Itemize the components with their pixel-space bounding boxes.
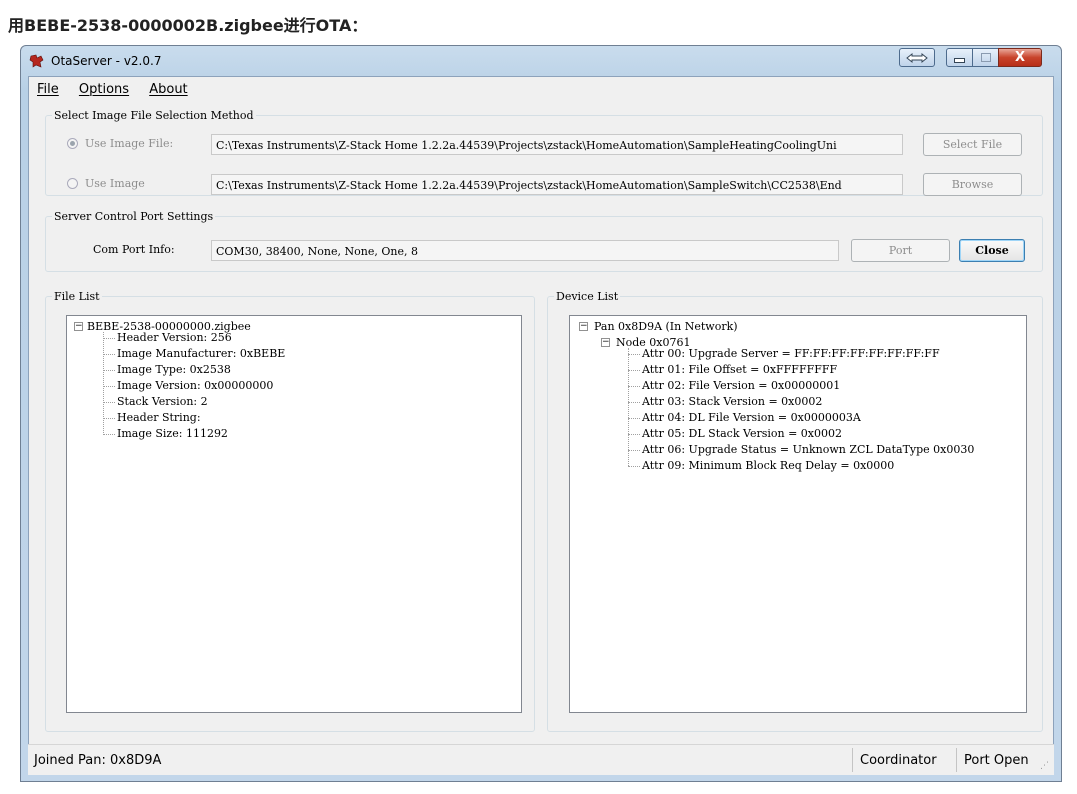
status-divider	[956, 748, 957, 772]
file-tree-item[interactable]: Header String:	[117, 412, 201, 423]
device-attr-item[interactable]: Attr 09: Minimum Block Req Delay = 0x000…	[642, 460, 894, 471]
collapse-icon[interactable]: −	[579, 322, 588, 331]
tree-connector	[103, 338, 115, 339]
tree-connector	[628, 418, 640, 419]
file-tree-item[interactable]: Image Version: 0x00000000	[117, 380, 273, 391]
file-tree-item[interactable]: Header Version: 256	[117, 332, 232, 343]
maximize-button[interactable]	[972, 48, 999, 67]
collapse-icon[interactable]: −	[74, 322, 83, 331]
resize-arrows-button[interactable]	[899, 48, 935, 67]
port-status: Port Open	[964, 753, 1029, 768]
file-tree-item[interactable]: Stack Version: 2	[117, 396, 208, 407]
resize-grip-icon[interactable]: ⋰	[1040, 761, 1050, 771]
image-path-field[interactable]: C:\Texas Instruments\Z-Stack Home 1.2.2a…	[211, 174, 903, 195]
status-divider	[852, 748, 853, 772]
collapse-icon[interactable]: −	[601, 338, 610, 347]
tree-connector	[628, 348, 629, 466]
device-attr-item[interactable]: Attr 05: DL Stack Version = 0x0002	[642, 428, 842, 439]
device-tree-root[interactable]: Pan 0x8D9A (In Network)	[594, 321, 738, 332]
close-window-button[interactable]: X	[998, 48, 1042, 67]
client-area: File Options About Select Image File Sel…	[28, 76, 1054, 746]
file-tree-item[interactable]: Image Size: 111292	[117, 428, 228, 439]
menu-bar: File Options About	[37, 82, 204, 100]
maximize-icon	[980, 53, 991, 62]
menu-options[interactable]: Options	[79, 82, 129, 97]
file-tree-item[interactable]: Image Type: 0x2538	[117, 364, 231, 375]
tree-connector	[103, 402, 115, 403]
double-arrow-icon	[906, 52, 928, 63]
image-file-path-field[interactable]: C:\Texas Instruments\Z-Stack Home 1.2.2a…	[211, 134, 903, 155]
role-status: Coordinator	[860, 753, 937, 768]
tree-connector	[628, 402, 640, 403]
use-image-label: Use Image	[85, 177, 145, 190]
device-attr-item[interactable]: Attr 04: DL File Version = 0x0000003A	[642, 412, 861, 423]
image-selection-legend: Select Image File Selection Method	[54, 109, 254, 122]
port-button[interactable]: Port	[851, 239, 950, 262]
tree-connector	[628, 466, 640, 467]
tree-connector	[628, 354, 640, 355]
device-list-legend: Device List	[556, 290, 619, 303]
tree-connector	[628, 370, 640, 371]
title-bar[interactable]: OtaServer - v2.0.7 X	[21, 46, 1061, 76]
ti-logo-icon	[29, 54, 44, 68]
com-port-info-field[interactable]: COM30, 38400, None, None, One, 8	[211, 240, 839, 261]
tree-connector	[103, 354, 115, 355]
close-port-button[interactable]: Close	[959, 239, 1025, 262]
device-attr-item[interactable]: Attr 03: Stack Version = 0x0002	[642, 396, 822, 407]
browse-button[interactable]: Browse	[923, 173, 1022, 196]
tree-connector	[628, 450, 640, 451]
file-list-legend: File List	[54, 290, 100, 303]
file-tree-item[interactable]: Image Manufacturer: 0xBEBE	[117, 348, 285, 359]
minimize-button[interactable]	[946, 48, 973, 67]
device-attr-item[interactable]: Attr 06: Upgrade Status = Unknown ZCL Da…	[642, 444, 974, 455]
joined-pan-status: Joined Pan: 0x8D9A	[34, 753, 162, 768]
select-file-button[interactable]: Select File	[923, 133, 1022, 156]
device-list-tree[interactable]: − Pan 0x8D9A (In Network) − Node 0x0761 …	[569, 315, 1027, 713]
tree-connector	[103, 332, 104, 435]
use-image-file-label: Use Image File:	[85, 137, 174, 150]
com-port-info-label: Com Port Info:	[93, 243, 175, 256]
file-list-tree[interactable]: − BEBE-2538-00000000.zigbee Header Versi…	[66, 315, 522, 713]
page-caption: 用BEBE-2538-0000002B.zigbee进行OTA：	[8, 16, 368, 35]
tree-connector	[628, 434, 640, 435]
device-attr-item[interactable]: Attr 02: File Version = 0x00000001	[642, 380, 840, 391]
minimize-icon	[954, 58, 965, 63]
tree-connector	[103, 386, 115, 387]
menu-about[interactable]: About	[149, 82, 187, 97]
server-control-legend: Server Control Port Settings	[54, 210, 214, 223]
status-bar: Joined Pan: 0x8D9A Coordinator Port Open…	[28, 744, 1054, 775]
tree-connector	[628, 386, 640, 387]
menu-file[interactable]: File	[37, 82, 59, 97]
device-attr-item[interactable]: Attr 00: Upgrade Server = FF:FF:FF:FF:FF…	[642, 348, 940, 359]
tree-connector	[103, 434, 115, 435]
use-image-file-radio[interactable]	[67, 138, 78, 149]
use-image-radio[interactable]	[67, 178, 78, 189]
tree-connector	[103, 418, 115, 419]
tree-connector	[103, 370, 115, 371]
device-attr-item[interactable]: Attr 01: File Offset = 0xFFFFFFFF	[642, 364, 837, 375]
ota-server-window: OtaServer - v2.0.7 X File Options About …	[20, 45, 1062, 782]
window-title: OtaServer - v2.0.7	[51, 54, 162, 68]
close-icon: X	[1014, 50, 1026, 65]
